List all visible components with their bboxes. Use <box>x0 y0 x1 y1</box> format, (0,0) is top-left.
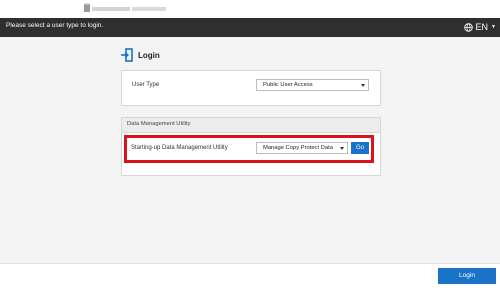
chevron-down-icon <box>361 84 365 87</box>
chevron-down-icon <box>340 147 344 150</box>
header-bar: Please select a user type to login. EN ▼ <box>0 18 500 37</box>
user-type-value: Public User Access <box>263 82 313 88</box>
language-selector[interactable]: EN ▼ <box>463 21 496 33</box>
data-management-row-label: Starting-up Data Management Utility <box>131 145 228 151</box>
language-label: EN <box>475 22 489 32</box>
data-management-value: Manage Copy Protect Data <box>263 145 333 151</box>
chevron-down-icon: ▼ <box>491 24 496 30</box>
footer-bar <box>0 263 500 290</box>
data-management-header: Data Management Utility <box>122 118 380 133</box>
top-brand-bar <box>0 0 500 18</box>
header-message: Please select a user type to login. <box>6 22 104 29</box>
login-heading: Login <box>121 48 160 62</box>
brand-logo <box>84 3 166 12</box>
login-button[interactable]: Login <box>438 268 496 284</box>
user-type-select[interactable]: Public User Access <box>256 79 369 91</box>
globe-icon <box>463 22 473 32</box>
user-type-card: User Type Public User Access <box>121 70 381 106</box>
login-icon <box>121 48 133 62</box>
data-management-select[interactable]: Manage Copy Protect Data <box>256 142 348 154</box>
user-type-label: User Type <box>132 82 160 88</box>
login-title: Login <box>138 50 160 60</box>
data-management-title: Data Management Utility <box>127 121 191 127</box>
go-button[interactable]: Go <box>351 142 369 154</box>
